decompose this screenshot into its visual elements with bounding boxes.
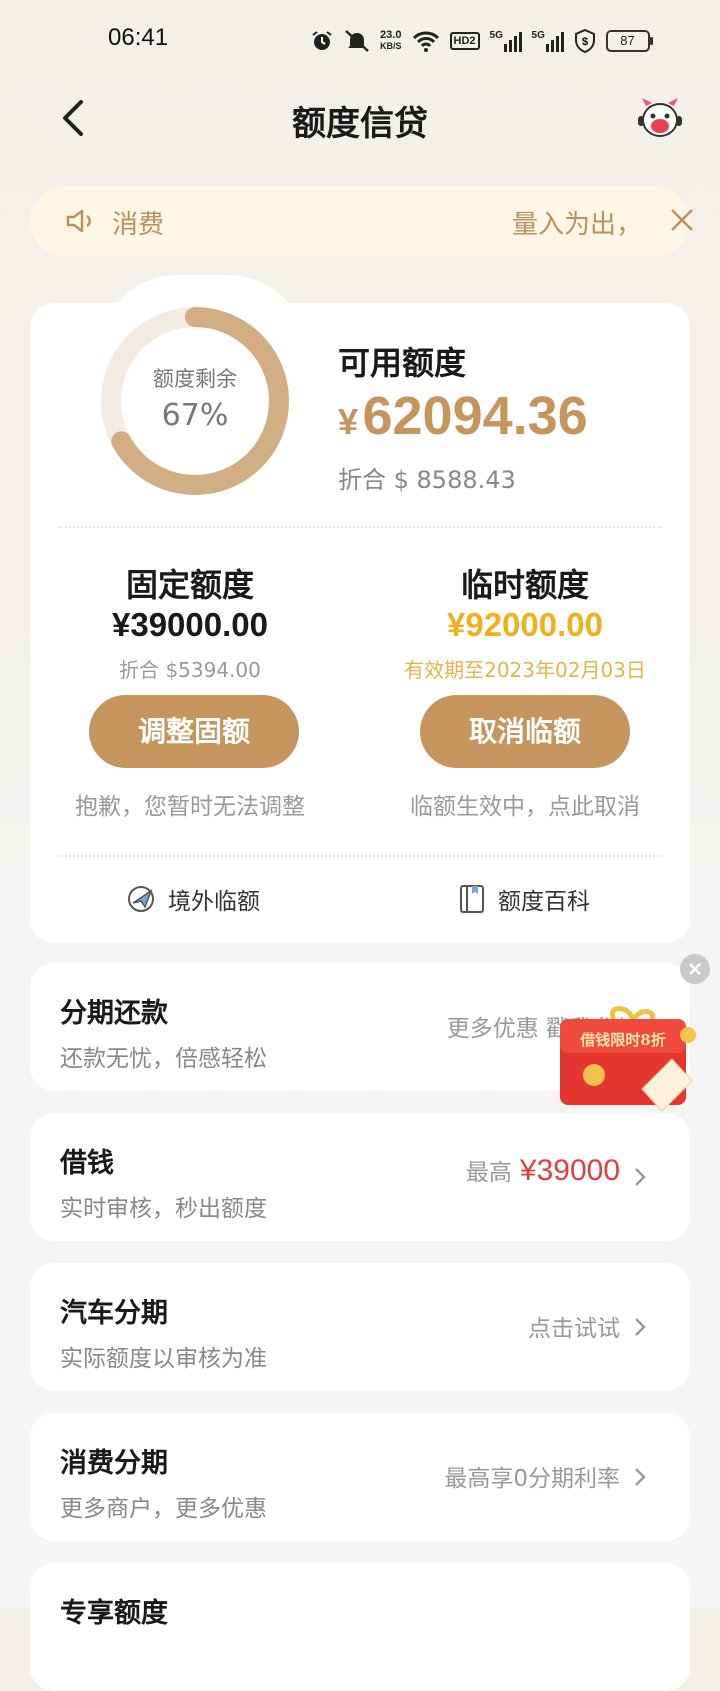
notice-text-left: 消费 [112,210,165,240]
card-right-text: 最高 ¥39000 [466,1153,620,1188]
signal-1-icon: 5G [490,30,522,52]
net1-label: 5G [489,30,503,41]
promo-text: 借钱限时8折 [579,1031,665,1049]
fixed-title: 固定额度 [125,566,254,604]
temp-amount: ¥92000.00 [447,606,603,643]
card-subtitle: 更多商户，更多优惠 [60,1496,267,1522]
loan-discount-promo[interactable]: 借钱限时8折 [554,1005,714,1125]
available-converted: 折合 $ 8588.43 [338,466,516,494]
overseas-temp-link[interactable]: 境外临额 [126,882,260,916]
fixed-amount: ¥39000.00 [112,606,268,643]
promo-close-button[interactable] [680,954,710,984]
signal-2-icon: 5G [532,30,564,52]
card-subtitle: 实际额度以审核为准 [60,1346,267,1372]
ring-value: 67% [161,398,229,433]
car-installment-card[interactable]: 汽车分期 实际额度以审核为准 点击试试 [30,1263,690,1391]
cancel-temp-button[interactable]: 取消临额 [420,695,630,768]
card-subtitle: 还款无忧，倍感轻松 [60,1046,267,1072]
card-title: 专享额度 [60,1598,168,1629]
wiki-label: 额度百科 [498,889,590,915]
overseas-label: 境外临额 [168,889,260,915]
temp-note[interactable]: 临额生效中，点此取消 [375,787,675,821]
card-right-text: 点击试试 [528,1316,620,1342]
wifi-icon [412,31,439,52]
available-number: 62094.36 [362,386,588,446]
card-subtitle: 实时审核，秒出额度 [60,1196,267,1222]
credit-wiki-link[interactable]: 额度百科 [458,882,590,916]
speed-value: 23.0 [380,29,402,41]
close-icon [689,963,701,975]
mute-icon [345,30,369,52]
page-title: 额度信贷 [292,104,428,144]
speaker-icon [66,209,91,233]
network-speed: 23.0 KB/S [380,30,402,52]
max-prefix: 最高 [465,1160,512,1186]
plane-icon [128,886,154,912]
speed-unit: KB/S [380,41,402,51]
exclusive-credit-card[interactable]: 专享额度 [30,1563,690,1691]
chevron-right-icon [635,1318,646,1336]
card-title: 分期还款 [60,998,168,1029]
divider [58,526,662,528]
fixed-converted: 折合 $5394.00 [119,658,261,682]
card-title: 消费分期 [60,1448,168,1479]
chevron-right-icon [635,1168,646,1186]
close-icon[interactable] [668,206,696,234]
chevron-right-icon [635,1468,646,1486]
fixed-note: 抱歉，您暂时无法调整 [75,794,305,820]
svg-text:$: $ [581,36,587,48]
available-label: 可用额度 [338,344,467,382]
notice-bar[interactable]: 消费 量入为出， [30,186,693,256]
temp-validity: 有效期至2023年02月03日 [404,658,646,682]
borrow-card[interactable]: 借钱 实时审核，秒出额度 最高 ¥39000 [30,1113,690,1241]
card-right-text: 最高享0分期利率 [444,1466,620,1492]
ring-label: 额度剩余 [153,367,237,391]
alarm-icon [312,31,332,50]
available-amount: ¥ 62094.36 [338,385,588,447]
adjust-fixed-button[interactable]: 调整固额 [89,695,299,768]
consumer-installment-card[interactable]: 消费分期 更多商户，更多优惠 最高享0分期利率 [30,1413,690,1541]
notice-text-right: 量入为出， [512,210,643,240]
status-time: 06:41 [108,24,169,51]
card-title: 汽车分期 [60,1298,168,1329]
card-title: 借钱 [60,1148,114,1179]
temp-title: 临时额度 [460,566,589,604]
customer-service-mascot-icon[interactable] [636,96,684,142]
shield-icon: $ [574,29,595,53]
max-loan-amount: ¥39000 [519,1154,620,1187]
divider [58,855,662,857]
currency-symbol: ¥ [338,401,359,442]
net2-label: 5G [531,30,545,41]
status-icons: 23.0 KB/S HD2 5G 5G $ 87 [310,24,653,58]
hd-badge: HD2 [449,32,480,50]
book-icon [460,885,484,913]
battery-icon: 87 [605,30,653,52]
